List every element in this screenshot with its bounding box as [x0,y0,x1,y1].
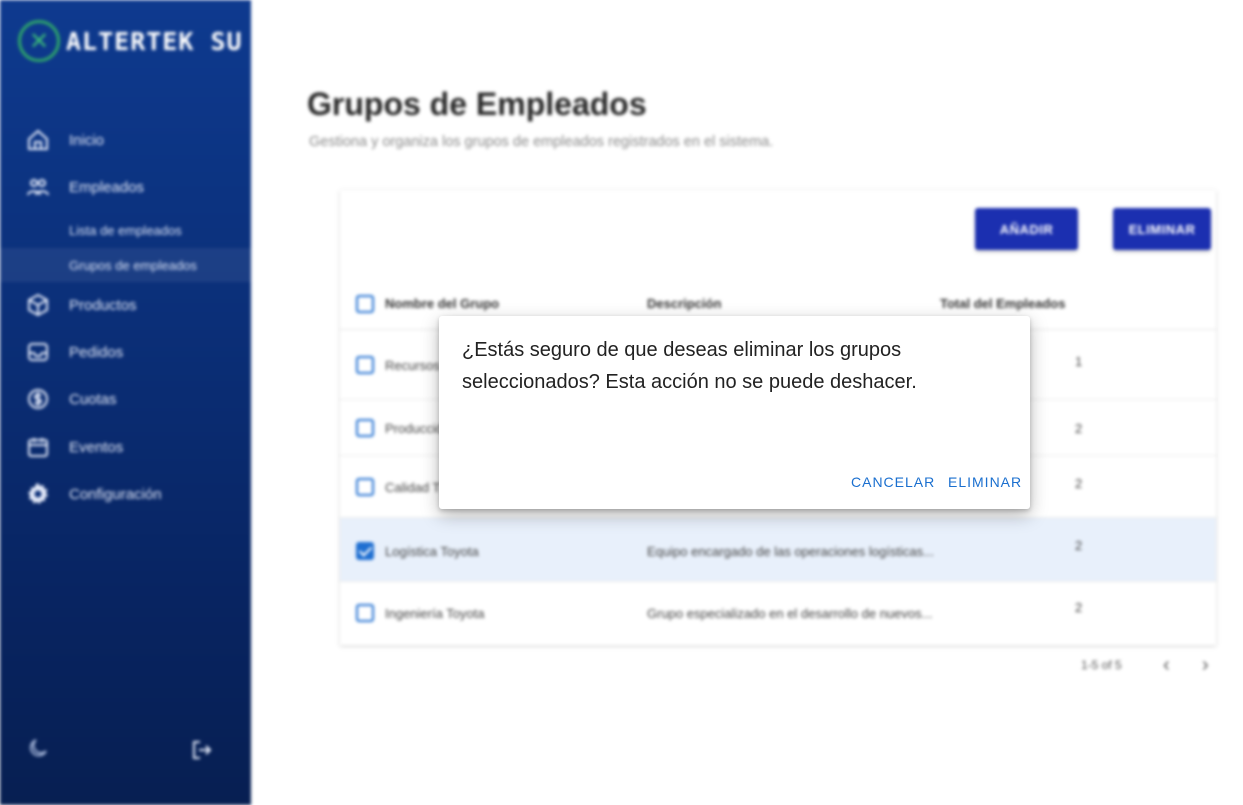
confirm-delete-dialog: ¿Estás seguro de que deseas eliminar los… [439,316,1030,509]
confirm-delete-button[interactable]: ELIMINAR [948,474,1022,490]
dialog-message: ¿Estás seguro de que deseas eliminar los… [462,339,917,393]
cancel-button[interactable]: CANCELAR [851,474,935,490]
